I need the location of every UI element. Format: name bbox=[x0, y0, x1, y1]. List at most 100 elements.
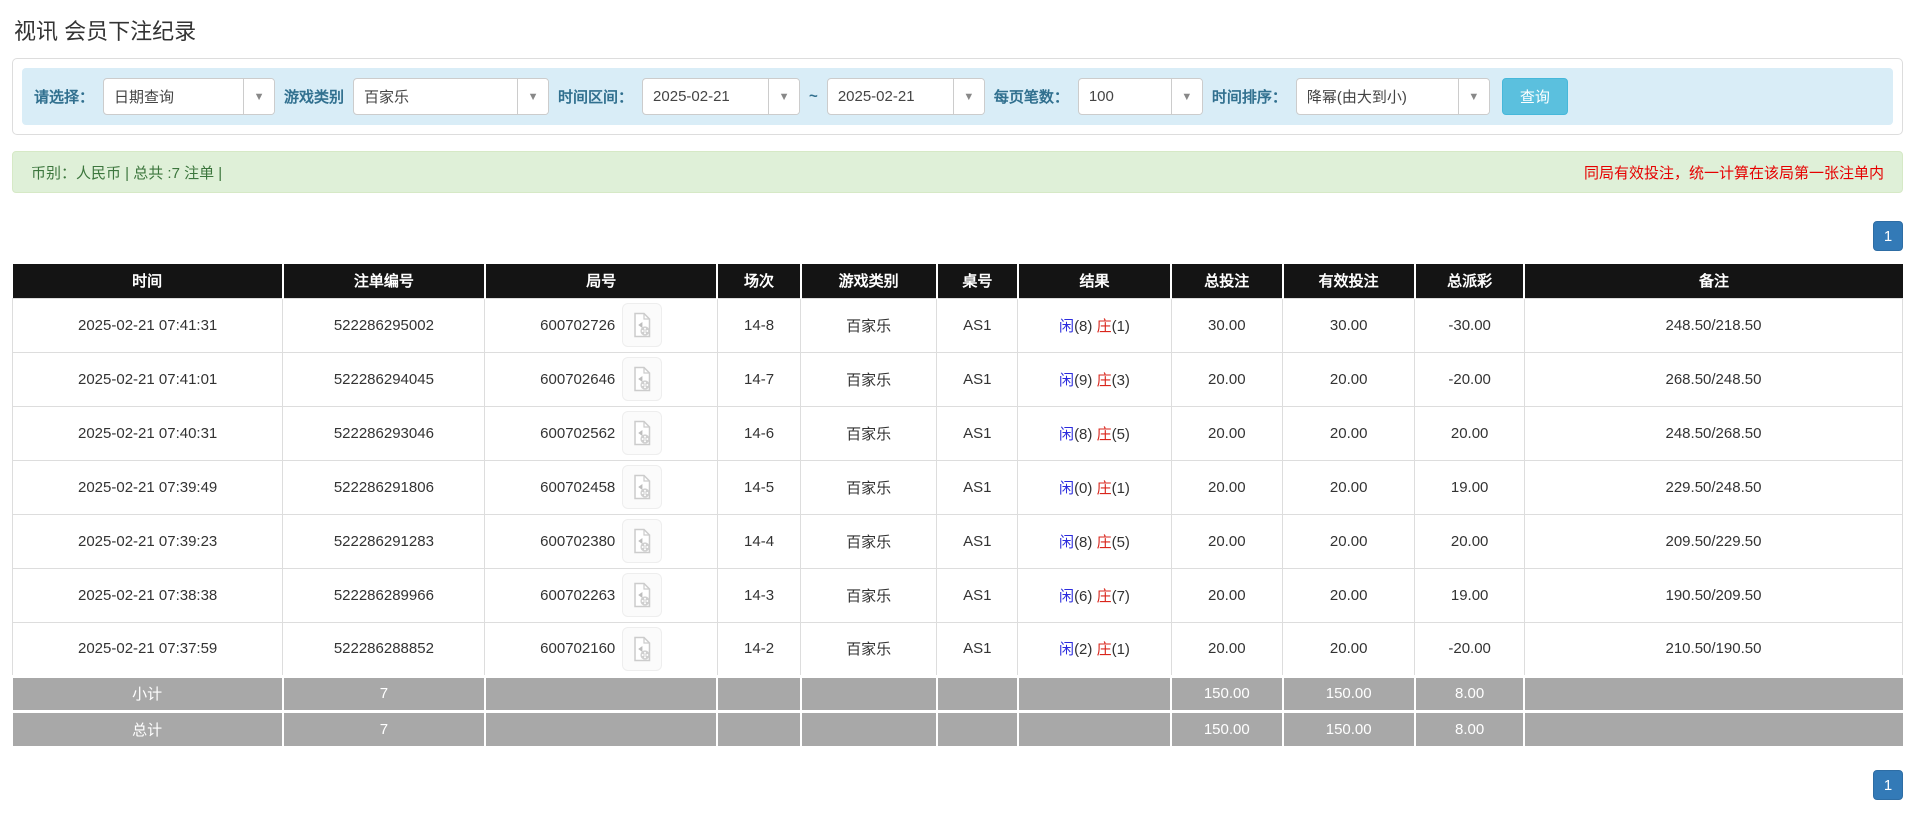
date-to-select[interactable]: 2025-02-21 ▼ bbox=[826, 78, 985, 115]
empty-cell bbox=[1017, 709, 1173, 746]
table-no-cell: AS1 bbox=[936, 405, 1019, 461]
result-banker: 庄 bbox=[1096, 587, 1112, 605]
video-replay-button[interactable] bbox=[622, 411, 663, 455]
result-banker-n: (5) bbox=[1111, 533, 1130, 551]
bet-id-cell: 522286295002 bbox=[282, 297, 486, 353]
table-no-cell: AS1 bbox=[936, 351, 1019, 407]
query-type-select[interactable]: 日期查询 ▼ bbox=[103, 78, 276, 115]
round-id: 600702646 bbox=[540, 370, 616, 388]
note-cell: 268.50/248.50 bbox=[1523, 351, 1904, 407]
time-sort-label: 时间排序： bbox=[1211, 89, 1287, 106]
valid-bet-cell: 20.00 bbox=[1282, 567, 1416, 623]
video-replay-button[interactable] bbox=[622, 519, 663, 563]
video-replay-button[interactable] bbox=[622, 573, 663, 617]
result-player: 闲 bbox=[1059, 587, 1075, 605]
note-cell: 190.50/209.50 bbox=[1523, 567, 1904, 623]
payout-cell: 20.00 bbox=[1414, 513, 1525, 569]
subtotal-valid-bet: 150.00 bbox=[1282, 674, 1416, 711]
game-type-select[interactable]: 百家乐 ▼ bbox=[353, 78, 550, 115]
video-file-icon bbox=[634, 474, 651, 500]
round-id: 600702263 bbox=[540, 586, 616, 604]
empty-cell bbox=[1017, 674, 1173, 711]
filter-panel: 请选择： 日期查询 ▼ 游戏类别 百家乐 ▼ 时间区间： 2025-02-21 … bbox=[12, 58, 1903, 135]
game-type-value: 百家乐 bbox=[364, 89, 410, 106]
bet-id-cell: 522286293046 bbox=[282, 405, 486, 461]
total-bet-cell: 20.00 bbox=[1170, 621, 1284, 677]
total-payout: 8.00 bbox=[1414, 709, 1526, 746]
result-banker: 庄 bbox=[1096, 317, 1112, 335]
table-no-cell: AS1 bbox=[936, 621, 1019, 677]
round-id: 600702726 bbox=[540, 316, 616, 334]
time-cell: 2025-02-21 07:41:01 bbox=[11, 351, 284, 407]
session-cell: 14-6 bbox=[716, 405, 802, 461]
time-cell: 2025-02-21 07:40:31 bbox=[11, 405, 284, 461]
page-title: 视讯 会员下注纪录 bbox=[14, 19, 197, 44]
result-cell: 闲(8) 庄(5) bbox=[1017, 513, 1172, 569]
result-player: 闲 bbox=[1059, 479, 1075, 497]
search-button[interactable]: 查询 bbox=[1501, 78, 1568, 115]
time-sort-select[interactable]: 降幂(由大到小) ▼ bbox=[1295, 78, 1490, 115]
result-player: 闲 bbox=[1059, 425, 1075, 443]
currency-summary-bar: 币别：人民币 | 总共 :7 注单 | 同局有效投注，统一计算在该局第一张注单内 bbox=[12, 151, 1903, 193]
page-size-select[interactable]: 100 ▼ bbox=[1077, 78, 1203, 115]
total-count: 7 bbox=[282, 709, 486, 746]
result-cell: 闲(2) 庄(1) bbox=[1017, 621, 1172, 677]
total-label: 总计 bbox=[12, 709, 284, 746]
result-banker-n: (3) bbox=[1111, 371, 1130, 389]
date-from-select[interactable]: 2025-02-21 ▼ bbox=[642, 78, 801, 115]
subtotal-row: 小计 7 150.00 150.00 8.00 bbox=[12, 674, 1903, 711]
video-replay-button[interactable] bbox=[622, 357, 663, 401]
date-range-tilde: ~ bbox=[809, 88, 818, 105]
total-bet-cell: 20.00 bbox=[1170, 459, 1284, 515]
filter-bar: 请选择： 日期查询 ▼ 游戏类别 百家乐 ▼ 时间区间： 2025-02-21 … bbox=[22, 68, 1893, 125]
session-cell: 14-4 bbox=[716, 513, 802, 569]
session-cell: 14-2 bbox=[716, 621, 802, 677]
table-header-row: 时间 注单编号 局号 场次 游戏类别 桌号 结果 总投注 有效投注 总派彩 备注 bbox=[12, 264, 1903, 298]
video-replay-button[interactable] bbox=[622, 626, 663, 671]
round-id: 600702458 bbox=[540, 478, 616, 496]
table-no-cell: AS1 bbox=[936, 297, 1019, 353]
result-player-n: (2) bbox=[1074, 641, 1093, 658]
result-player-n: (9) bbox=[1074, 371, 1093, 389]
result-player-n: (8) bbox=[1074, 317, 1093, 335]
empty-cell bbox=[936, 709, 1019, 746]
result-banker: 庄 bbox=[1096, 425, 1112, 443]
total-bet-cell: 20.00 bbox=[1170, 513, 1284, 569]
table-row: 2025-02-21 07:38:38 522286289966 600702263… bbox=[11, 567, 1904, 623]
table-no-cell: AS1 bbox=[936, 513, 1019, 569]
table-row: 2025-02-21 07:41:01 522286294045 600702646… bbox=[11, 351, 1904, 407]
result-banker-n: (7) bbox=[1111, 587, 1130, 605]
table-no-cell: AS1 bbox=[936, 567, 1019, 623]
session-cell: 14-5 bbox=[716, 459, 802, 515]
chevron-down-icon: ▼ bbox=[1457, 79, 1489, 114]
table-row: 2025-02-21 07:41:31 522286295002 600702726… bbox=[11, 297, 1904, 353]
bet-id-cell: 522286291283 bbox=[282, 513, 486, 569]
round-cell: 600702562 bbox=[484, 405, 718, 461]
column-header: 时间 bbox=[12, 264, 284, 298]
result-player: 闲 bbox=[1059, 641, 1075, 658]
session-cell: 14-8 bbox=[716, 297, 802, 353]
table-row: 2025-02-21 07:37:59 522286288852 600702160… bbox=[11, 621, 1904, 677]
column-header: 游戏类别 bbox=[800, 264, 938, 298]
table-no-cell: AS1 bbox=[936, 459, 1019, 515]
result-player-n: (8) bbox=[1074, 533, 1093, 551]
game-type-cell: 百家乐 bbox=[800, 513, 938, 569]
page-1-button[interactable]: 1 bbox=[1873, 770, 1903, 800]
payout-cell: -20.00 bbox=[1414, 621, 1525, 677]
table-summary: 小计 7 150.00 150.00 8.00 总计 7 150.00 150.… bbox=[12, 674, 1903, 746]
note-cell: 229.50/248.50 bbox=[1523, 459, 1904, 515]
table-body: 2025-02-21 07:41:31 522286295002 600702726… bbox=[11, 297, 1904, 677]
time-cell: 2025-02-21 07:37:59 bbox=[11, 621, 284, 677]
column-header: 场次 bbox=[717, 264, 802, 298]
round-cell: 600702646 bbox=[484, 351, 718, 407]
column-header: 总派彩 bbox=[1414, 264, 1526, 298]
video-replay-button[interactable] bbox=[622, 303, 663, 347]
video-file-icon bbox=[634, 312, 651, 338]
table-row: 2025-02-21 07:39:23 522286291283 600702380… bbox=[11, 513, 1904, 569]
payout-cell: 20.00 bbox=[1414, 405, 1525, 461]
result-cell: 闲(8) 庄(1) bbox=[1017, 297, 1172, 353]
video-replay-button[interactable] bbox=[622, 465, 663, 509]
page-1-button[interactable]: 1 bbox=[1873, 221, 1903, 251]
result-banker: 庄 bbox=[1096, 479, 1112, 497]
valid-bet-cell: 20.00 bbox=[1282, 405, 1416, 461]
